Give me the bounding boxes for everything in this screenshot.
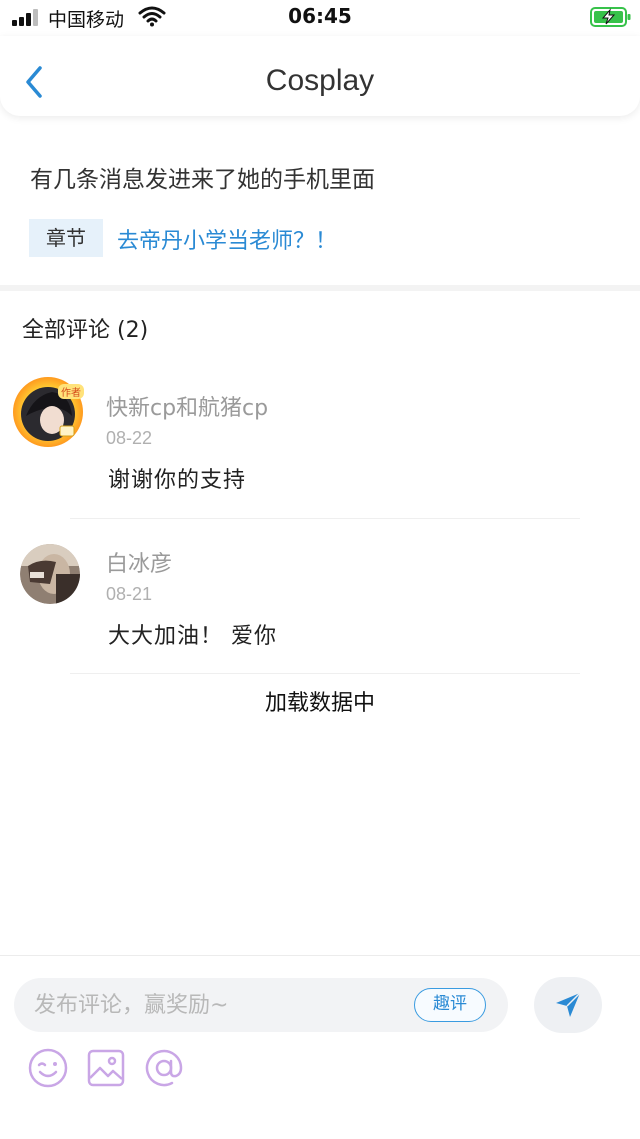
- nav-bar: Cosplay: [0, 36, 640, 116]
- status-bar: 中国移动 06:45: [0, 0, 640, 36]
- author-badge: 作者: [58, 384, 84, 399]
- chapter-link[interactable]: 去帝丹小学当老师？！: [117, 223, 337, 255]
- image-icon[interactable]: [86, 1048, 126, 1088]
- app-screen: 中国移动 06:45 Cosplay 有几条消息发进来了她的手机里面 章节 去帝…: [0, 0, 640, 1139]
- comment-date: 08-21: [106, 584, 153, 604]
- emoji-icon[interactable]: [28, 1048, 68, 1088]
- section-divider: [0, 285, 640, 291]
- comments-header: 全部评论 (2): [22, 318, 149, 343]
- page-title: Cosplay: [265, 64, 375, 97]
- avatar[interactable]: [20, 544, 80, 604]
- chapter-badge: 章节: [29, 219, 103, 257]
- loading-text: 加载数据中: [264, 691, 375, 716]
- battery-icon: [590, 7, 631, 27]
- clock: 06:45: [288, 4, 352, 28]
- comment-divider: [70, 673, 580, 674]
- post-text: 有几条消息发进来了她的手机里面: [30, 167, 375, 193]
- comment-date: 08-22: [106, 428, 153, 448]
- send-icon: [556, 992, 581, 1017]
- comment-divider: [70, 518, 580, 519]
- quping-button[interactable]: 趣评: [414, 988, 486, 1022]
- mention-icon[interactable]: [144, 1048, 184, 1088]
- send-button[interactable]: [534, 977, 602, 1033]
- comment-composer: 趣评: [0, 955, 640, 1139]
- comment-author[interactable]: 白冰彦: [106, 546, 172, 578]
- comment-text: 谢谢你的支持: [108, 468, 247, 493]
- comment-text: 大大加油！ 爱你: [108, 624, 277, 649]
- comment-input[interactable]: [34, 978, 404, 1032]
- comment-author[interactable]: 快新cp和航猪cp: [106, 390, 268, 422]
- comment-input-wrapper: 趣评: [14, 978, 508, 1032]
